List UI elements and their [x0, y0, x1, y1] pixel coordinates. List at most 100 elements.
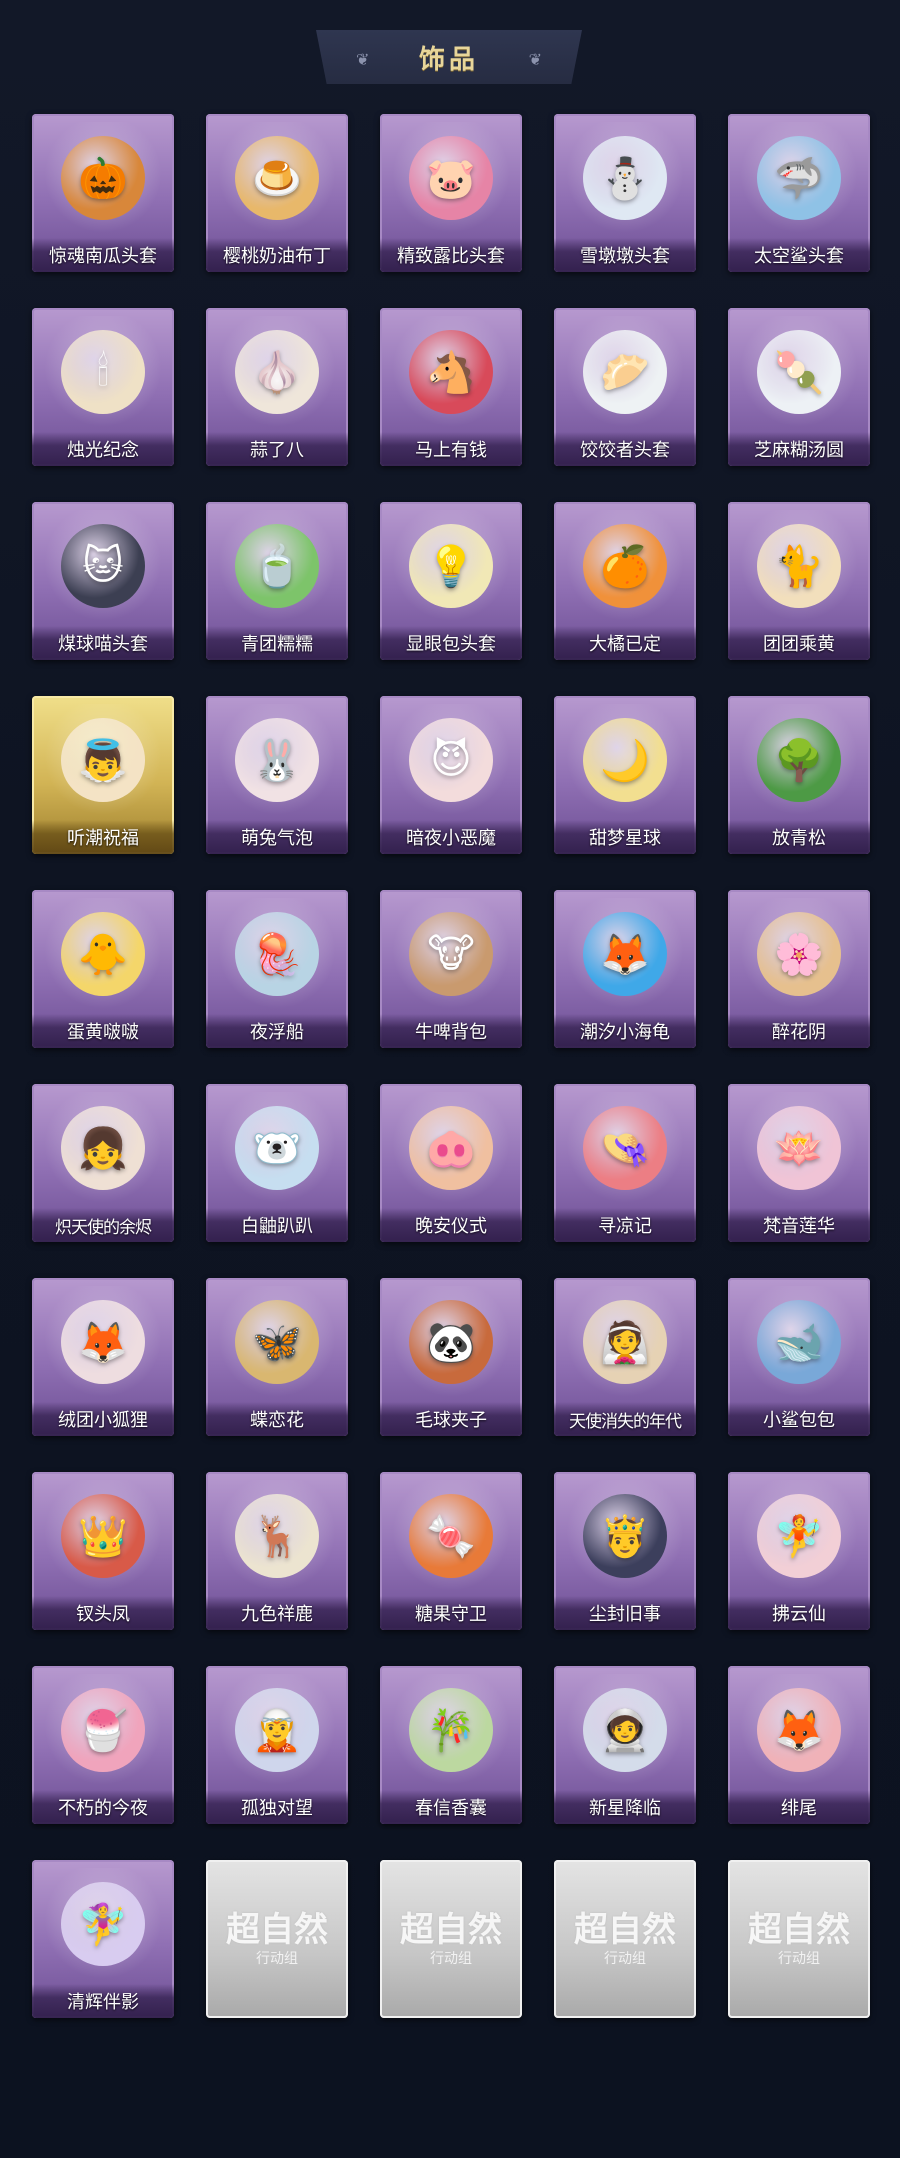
- accessory-card[interactable]: 💡 显眼包头套: [380, 502, 522, 660]
- accessory-card[interactable]: ⛄ 雪墩墩头套: [554, 114, 696, 272]
- accessory-card[interactable]: 😈 暗夜小恶魔: [380, 696, 522, 854]
- accessory-name: 九色祥鹿: [241, 1604, 313, 1625]
- accessory-card[interactable]: 👧 炽天使的余烬: [32, 1084, 174, 1242]
- chick-icon: 🐥: [61, 912, 145, 996]
- accessory-card[interactable]: 🦊 绯尾: [728, 1666, 870, 1824]
- accessory-name: 绒团小狐狸: [58, 1410, 148, 1431]
- accessory-card[interactable]: 🐥 蛋黄啵啵: [32, 890, 174, 1048]
- accessory-card[interactable]: 🍬 糖果守卫: [380, 1472, 522, 1630]
- accessory-label-bar: 显眼包头套: [380, 626, 522, 660]
- accessory-name: 显眼包头套: [406, 634, 496, 655]
- accessory-card[interactable]: 🦌 九色祥鹿: [206, 1472, 348, 1630]
- tangyuan-icon: 🍡: [757, 330, 841, 414]
- accessory-name: 寻凉记: [598, 1216, 652, 1237]
- accessory-label-bar: 甜梦星球: [554, 820, 696, 854]
- accessory-card[interactable]: 🦈 太空鲨头套: [728, 114, 870, 272]
- accessory-label-bar: 天使消失的年代: [554, 1402, 696, 1436]
- accessory-label-bar: 惊魂南瓜头套: [32, 238, 174, 272]
- accessory-card[interactable]: 🦋 蝶恋花: [206, 1278, 348, 1436]
- accessory-card[interactable]: 🪷 梵音莲华: [728, 1084, 870, 1242]
- accessory-label-bar: 梵音莲华: [728, 1208, 870, 1242]
- accessory-label-bar: 暗夜小恶魔: [380, 820, 522, 854]
- accessory-card[interactable]: 🍮 樱桃奶油布丁: [206, 114, 348, 272]
- accessory-card[interactable]: 🎋 春信香囊: [380, 1666, 522, 1824]
- accessory-card[interactable]: 🤴 尘封旧事: [554, 1472, 696, 1630]
- lotus-girl-icon: 🪷: [757, 1106, 841, 1190]
- accessory-card[interactable]: 👼 听潮祝福: [32, 696, 174, 854]
- accessory-card[interactable]: 🐋 小鲨包包: [728, 1278, 870, 1436]
- locked-accessory-card[interactable]: 超自然 行动组: [728, 1860, 870, 2018]
- accessory-name: 白鼬趴趴: [241, 1216, 313, 1237]
- accessory-card[interactable]: 🎃 惊魂南瓜头套: [32, 114, 174, 272]
- accessory-label-bar: 蝶恋花: [206, 1402, 348, 1436]
- accessory-name: 晚安仪式: [415, 1216, 487, 1237]
- accessory-card[interactable]: 🌙 甜梦星球: [554, 696, 696, 854]
- accessory-card[interactable]: 🧚 拂云仙: [728, 1472, 870, 1630]
- accessory-name: 炽天使的余烬: [55, 1217, 152, 1238]
- accessory-card[interactable]: 🐽 晚安仪式: [380, 1084, 522, 1242]
- accessory-card[interactable]: 🧑‍🚀 新星降临: [554, 1666, 696, 1824]
- ermine-icon: 🐻‍❄️: [235, 1106, 319, 1190]
- accessory-label-bar: 听潮祝福: [32, 820, 174, 854]
- accessory-card[interactable]: 🧄 蒜了八: [206, 308, 348, 466]
- accessory-label-bar: 青团糯糯: [206, 626, 348, 660]
- accessory-card[interactable]: 🐈 团团乘黄: [728, 502, 870, 660]
- accessory-card[interactable]: 🪼 夜浮船: [206, 890, 348, 1048]
- locked-accessory-card[interactable]: 超自然 行动组: [554, 1860, 696, 2018]
- accessory-name: 太空鲨头套: [754, 246, 844, 267]
- accessory-card[interactable]: 🐴 马上有钱: [380, 308, 522, 466]
- accessory-label-bar: 毛球夹子: [380, 1402, 522, 1436]
- accessory-card[interactable]: 🍊 大橘已定: [554, 502, 696, 660]
- accessory-card[interactable]: 🐮 牛啤背包: [380, 890, 522, 1048]
- accessory-name: 烛光纪念: [67, 440, 139, 461]
- accessory-card[interactable]: 🥟 饺饺者头套: [554, 308, 696, 466]
- accessory-card[interactable]: 🐷 精致露比头套: [380, 114, 522, 272]
- accessory-card[interactable]: 🐱 煤球喵头套: [32, 502, 174, 660]
- accessory-name: 不朽的今夜: [58, 1798, 148, 1819]
- accessory-name: 天使消失的年代: [569, 1411, 682, 1432]
- accessory-card[interactable]: 🧚‍♀️ 清辉伴影: [32, 1860, 174, 2018]
- accessory-card[interactable]: 👒 寻凉记: [554, 1084, 696, 1242]
- accessory-name: 暗夜小恶魔: [406, 828, 496, 849]
- accessory-name: 毛球夹子: [415, 1410, 487, 1431]
- butterfly-ornament-icon: 🦋: [235, 1300, 319, 1384]
- accessory-card[interactable]: 🍡 芝麻糊汤圆: [728, 308, 870, 466]
- accessory-name: 蝶恋花: [250, 1410, 304, 1431]
- accessory-card[interactable]: 🦊 潮汐小海龟: [554, 890, 696, 1048]
- accessory-card[interactable]: 🧝 孤独对望: [206, 1666, 348, 1824]
- orange-slice-icon: 🍊: [583, 524, 667, 608]
- accessory-label-bar: 拂云仙: [728, 1596, 870, 1630]
- accessory-card[interactable]: 🍵 青团糯糯: [206, 502, 348, 660]
- accessory-label-bar: 精致露比头套: [380, 238, 522, 272]
- accessory-label-bar: 樱桃奶油布丁: [206, 238, 348, 272]
- candy-guard-icon: 🍬: [409, 1494, 493, 1578]
- accessory-name: 尘封旧事: [589, 1604, 661, 1625]
- locked-accessory-card[interactable]: 超自然 行动组: [380, 1860, 522, 2018]
- accessory-card[interactable]: 👑 钗头凤: [32, 1472, 174, 1630]
- locked-accessory-card[interactable]: 超自然 行动组: [206, 1860, 348, 2018]
- horse-icon: 🐴: [409, 330, 493, 414]
- deer-icon: 🦌: [235, 1494, 319, 1578]
- accessory-label-bar: 白鼬趴趴: [206, 1208, 348, 1242]
- accessory-name: 牛啤背包: [415, 1022, 487, 1043]
- accessory-card[interactable]: 🍧 不朽的今夜: [32, 1666, 174, 1824]
- red-panda-icon: 🐼: [409, 1300, 493, 1384]
- accessory-card[interactable]: 🐰 萌兔气泡: [206, 696, 348, 854]
- black-cat-icon: 🐱: [61, 524, 145, 608]
- cat-cup-icon: 🍧: [61, 1688, 145, 1772]
- accessory-card[interactable]: 🦊 绒团小狐狸: [32, 1278, 174, 1436]
- accessory-label-bar: 萌兔气泡: [206, 820, 348, 854]
- accessory-card[interactable]: 🌳 放青松: [728, 696, 870, 854]
- accessory-card[interactable]: 🕯 烛光纪念: [32, 308, 174, 466]
- accessory-name: 蛋黄啵啵: [67, 1022, 139, 1043]
- dark-prince-icon: 🤴: [583, 1494, 667, 1578]
- accessory-card[interactable]: 🐻‍❄️ 白鼬趴趴: [206, 1084, 348, 1242]
- accessory-label-bar: 绯尾: [728, 1790, 870, 1824]
- accessory-name: 雪墩墩头套: [580, 246, 670, 267]
- sunhat-icon: 👒: [583, 1106, 667, 1190]
- accessory-card[interactable]: 🐼 毛球夹子: [380, 1278, 522, 1436]
- accessory-card[interactable]: 👰 天使消失的年代: [554, 1278, 696, 1436]
- accessory-card[interactable]: 🌸 醉花阴: [728, 890, 870, 1048]
- accessory-label-bar: 雪墩墩头套: [554, 238, 696, 272]
- phoenix-crown-icon: 👑: [61, 1494, 145, 1578]
